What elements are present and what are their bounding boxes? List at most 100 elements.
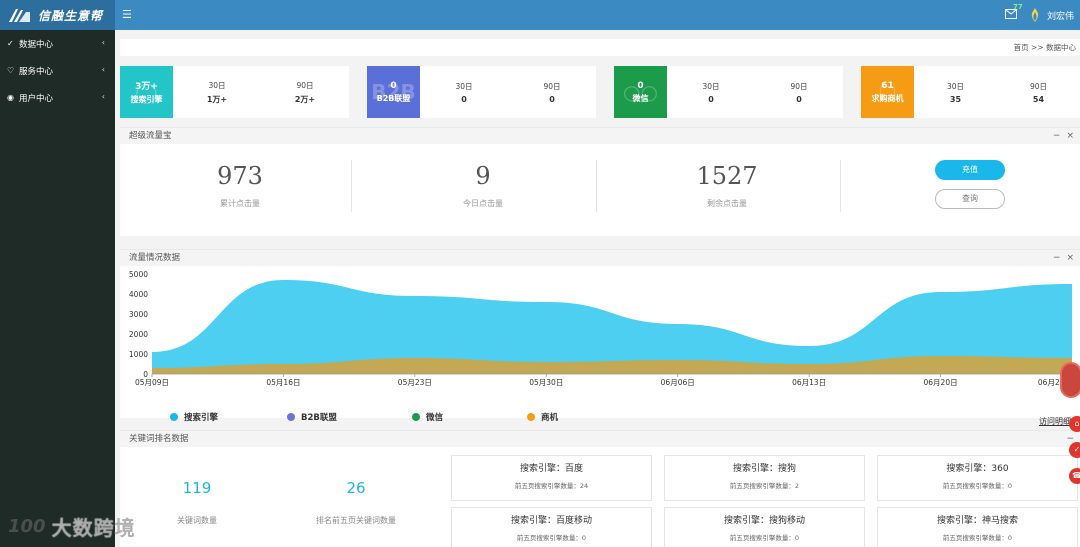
sidebar: ✓ 数据中心 ‹ ♡ 服务中心 ‹ ◉ 用户中心 ‹ [0, 30, 115, 547]
stat-90d: 90日 54 [997, 66, 1080, 118]
engine-title: 搜索引擎：搜狗 [732, 464, 796, 474]
stat-icon-leads[interactable]: ▢ 61 求购商机 [861, 66, 914, 118]
stat-90d: 90日 0 [508, 66, 596, 118]
stat-label: 累计点击量 [220, 199, 260, 208]
stat-period-label: 30日 [702, 81, 720, 91]
legend-dot [287, 413, 295, 421]
brand[interactable]: 信融生意帮 [0, 0, 115, 30]
x-tick-label: 06月06日 [661, 378, 695, 387]
stat-period-value: 54 [1032, 94, 1045, 104]
mail-count-badge: 77 [1012, 3, 1023, 11]
stat-period-value: 0 [461, 94, 467, 104]
stat-value: 3万+ [135, 82, 158, 92]
main-content: 首页 >> 数据中心 ◯ 3万+ 搜索引擎 30日 1万+ 90日 2万+ B2B … [115, 30, 1080, 547]
x-tick-label: 06月13日 [792, 378, 826, 387]
stat-card-wechat: ○○ 0 微信 30日 0 90日 0 [614, 66, 843, 118]
divider [351, 160, 352, 212]
legend-label: 搜索引擎 [184, 413, 219, 423]
engine-box-360[interactable]: 搜索引擎：360 前五页搜索引擎数量：0 [877, 455, 1078, 501]
engine-box-sogou[interactable]: 搜索引擎：搜狗 前五页搜索引擎数量：2 [664, 455, 865, 501]
stat-period-value: 2万+ [294, 94, 316, 104]
panel-controls[interactable]: −× [1053, 250, 1080, 266]
breadcrumb-home[interactable]: 首页 [1014, 43, 1029, 52]
floating-chat-avatar[interactable] [1060, 362, 1080, 398]
stat-30d: 30日 1万+ [173, 66, 261, 118]
engine-subtitle: 前五页搜索引擎数量：0 [942, 482, 1013, 490]
stat-label: 今日点击量 [463, 199, 503, 208]
divider [840, 160, 841, 212]
visit-detail-link[interactable]: 访问明细 [1039, 416, 1071, 427]
x-tick-label: 06月20日 [924, 378, 958, 387]
engine-box-sogou-mobile[interactable]: 搜索引擎：搜狗移动 前五页搜索引擎数量：0 [664, 507, 865, 547]
check-icon: ✓ [7, 39, 14, 48]
brand-logo-icon [9, 9, 30, 22]
stat-label: 求购商机 [871, 93, 904, 103]
sidebar-item-user-center[interactable]: ◉ 用户中心 ‹ [0, 84, 115, 111]
legend-dot [170, 413, 178, 421]
panel-controls[interactable]: −× [1053, 128, 1080, 144]
legend-label: B2B联盟 [301, 413, 337, 423]
traffic-area-chart: 01000200030004000500005月09日 05月16日 05月23日 0… [129, 270, 1073, 387]
x-tick-label: 05月23日 [398, 378, 432, 387]
recharge-button[interactable]: 充值 [935, 160, 1005, 180]
stat-30d: 30日 0 [420, 66, 508, 118]
sidebar-item-data-center[interactable]: ✓ 数据中心 ‹ [0, 30, 115, 57]
sidebar-item-label: 数据中心 [19, 39, 54, 50]
engine-box-baidu-mobile[interactable]: 搜索引擎：百度移动 前五页搜索引擎数量：0 [451, 507, 652, 547]
stat-card-leads: ▢ 61 求购商机 30日 35 90日 54 [861, 66, 1080, 118]
query-button[interactable]: 查询 [935, 189, 1005, 209]
user-circle-icon: ◉ [7, 93, 14, 102]
close-icon[interactable]: × [1066, 253, 1080, 263]
stat-icon-search[interactable]: ◯ 3万+ 搜索引擎 [120, 66, 173, 118]
stat-period-label: 90日 [1029, 81, 1048, 91]
engine-box-shenma[interactable]: 搜索引擎：神马搜索 前五页搜索引擎数量：0 [877, 507, 1078, 547]
top-right-tools: 77 刘宏伟 [1004, 0, 1074, 30]
stat-30d: 30日 0 [667, 66, 755, 118]
stat-label: 剩余点击量 [707, 199, 747, 208]
keyword-count: 119 [182, 479, 212, 497]
legend-item-wechat[interactable]: 微信 [412, 411, 443, 423]
floating-check-icon[interactable]: ✓ [1069, 442, 1080, 458]
menu-icon[interactable]: ☰ [122, 8, 132, 21]
floating-phone-icon[interactable]: ☎ [1069, 468, 1080, 484]
stat-period-value: 0 [708, 94, 714, 104]
stat-period-value: 35 [949, 94, 962, 104]
stat-30d: 30日 35 [914, 66, 997, 118]
flow-stat-total: 973 累计点击量 [120, 144, 360, 209]
stat-period-value: 0 [549, 94, 555, 104]
engine-subtitle: 前五页搜索引擎数量：0 [942, 534, 1013, 542]
collapse-icon[interactable]: − [1053, 253, 1067, 263]
legend-item-leads[interactable]: 商机 [527, 411, 558, 423]
floating-home-icon[interactable]: ⌂ [1069, 416, 1080, 432]
heart-icon: ♡ [7, 66, 15, 75]
panel-title: 超级流量宝 [129, 131, 172, 141]
stat-icon-wechat[interactable]: ○○ 0 微信 [614, 66, 667, 118]
stat-90d: 90日 0 [755, 66, 843, 118]
stat-icon-b2b[interactable]: B2B 0 B2B联盟 [367, 66, 420, 118]
sidebar-item-service-center[interactable]: ♡ 服务中心 ‹ [0, 57, 115, 84]
flow-panel-header: 超级流量宝 −× [120, 127, 1080, 144]
y-tick-label: 1000 [129, 350, 148, 359]
legend-item-b2b[interactable]: B2B联盟 [287, 411, 337, 423]
stat-value: 61 [881, 80, 894, 91]
collapse-icon[interactable]: − [1053, 131, 1067, 141]
mail-button[interactable]: 77 [1004, 3, 1023, 21]
stat-value: 0 [390, 80, 397, 91]
stat-label: B2B联盟 [376, 93, 411, 103]
legend-dot [527, 413, 535, 421]
y-tick-label: 5000 [129, 270, 148, 279]
legend-item-search[interactable]: 搜索引擎 [170, 411, 218, 423]
engine-box-baidu[interactable]: 搜索引擎：百度 前五页搜索引擎数量：24 [451, 455, 652, 501]
engine-subtitle: 前五页搜索引擎数量：0 [729, 534, 800, 542]
y-tick-label: 2000 [129, 330, 148, 339]
watermark-text: 大数跨境 [51, 516, 136, 540]
stat-card-search: ◯ 3万+ 搜索引擎 30日 1万+ 90日 2万+ [120, 66, 349, 118]
x-tick-label: 05月16日 [266, 378, 300, 387]
engine-title: 搜索引擎：360 [946, 464, 1009, 474]
flow-stat-remaining: 1527 剩余点击量 [607, 144, 847, 209]
chevron-left-icon: ‹ [101, 92, 105, 101]
user-menu[interactable]: 刘宏伟 [1029, 8, 1074, 22]
close-icon[interactable]: × [1066, 131, 1080, 141]
keyword-panel-body: 119 关键词数量 26 排名前五页关键词数量 搜索引擎：百度 前五页搜索引擎数… [120, 447, 1080, 547]
engine-title: 搜索引擎：百度 [519, 464, 583, 474]
